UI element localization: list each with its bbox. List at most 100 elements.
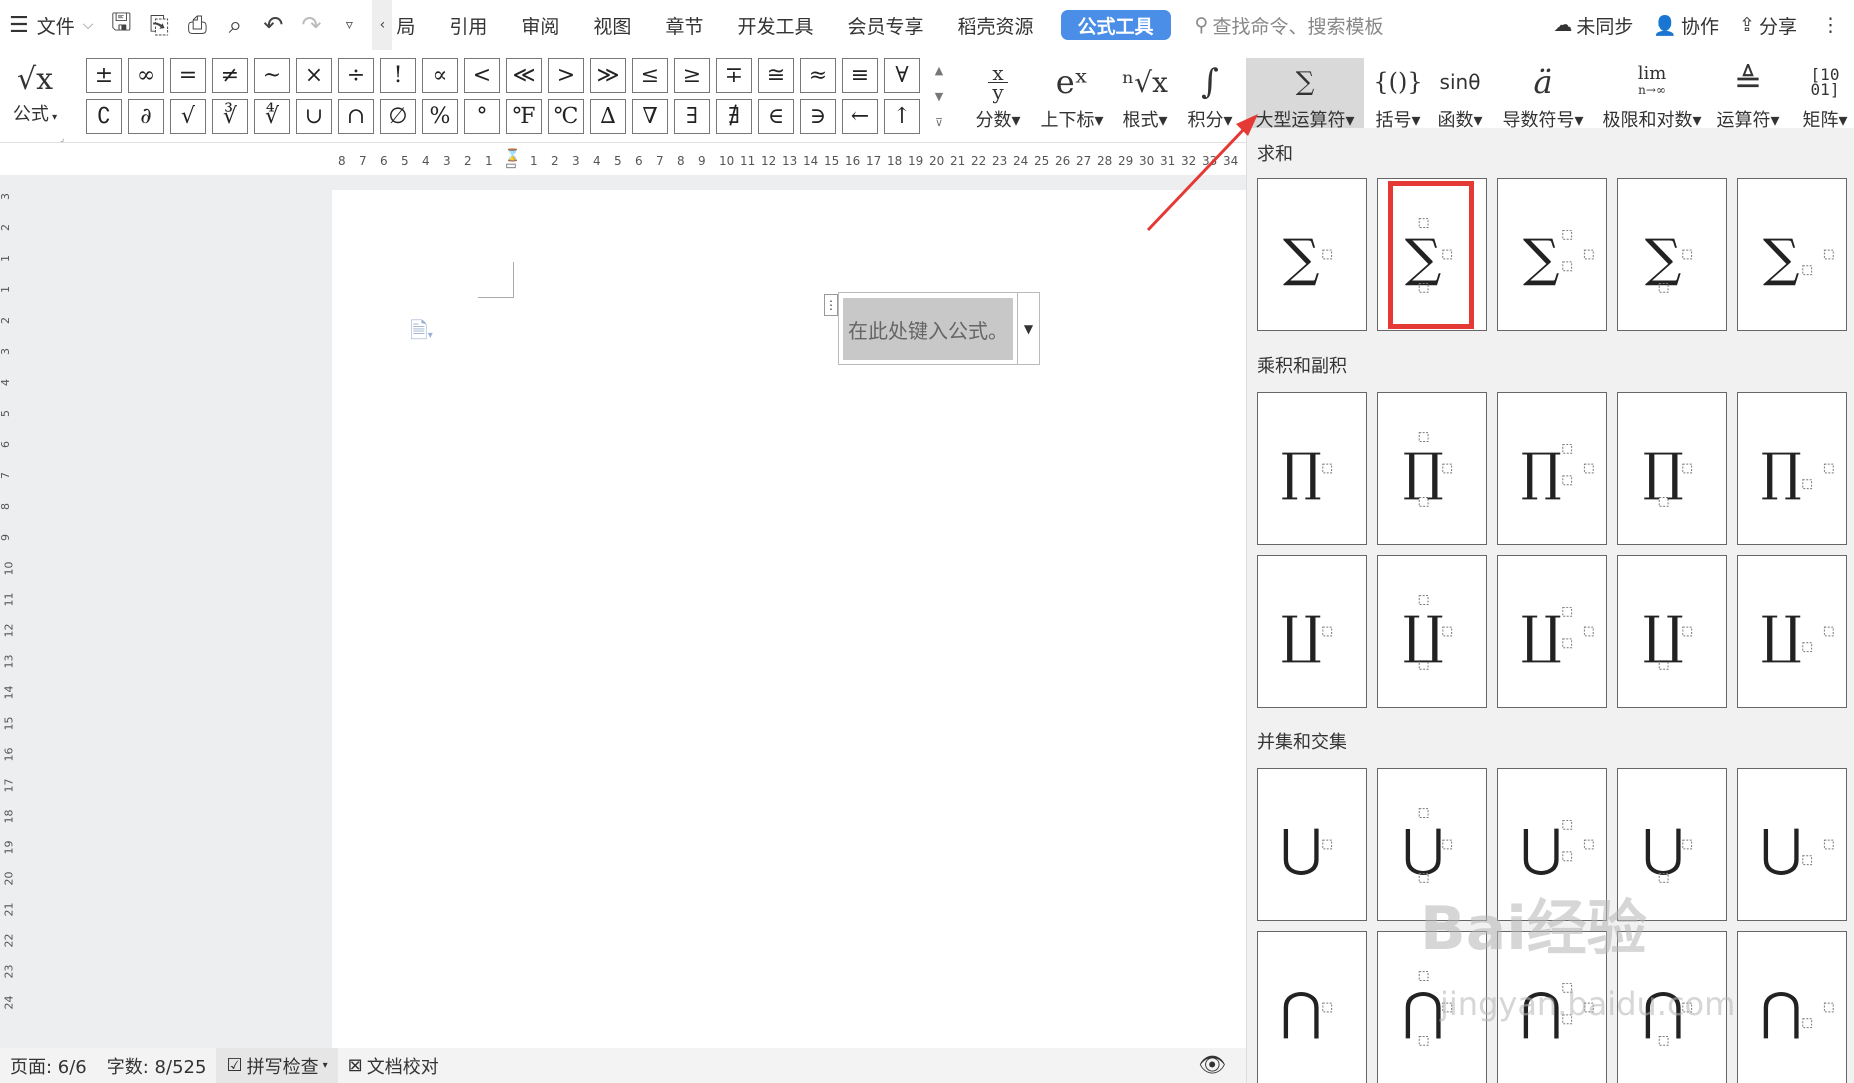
tab-layout[interactable]: 局 <box>392 0 432 50</box>
intersection-template-button[interactable]: ⋂ <box>1257 931 1367 1083</box>
scroll-down-icon[interactable]: ▼ <box>930 84 948 110</box>
symbol-button[interactable]: ≅ <box>758 58 794 93</box>
symbol-button[interactable]: ~ <box>254 58 290 93</box>
coproduct-template-button[interactable]: ∐ <box>1617 555 1727 708</box>
union-template-button[interactable]: ⋃ <box>1737 768 1847 921</box>
sum-template-button[interactable]: ∑ <box>1617 178 1727 331</box>
bracket-button[interactable]: {()} 括号▾ <box>1370 58 1426 138</box>
symbol-button[interactable]: ∈ <box>758 99 794 134</box>
product-template-button[interactable]: ∏ <box>1617 392 1727 545</box>
matrix-button[interactable]: [10 01] 矩阵▾ <box>1796 58 1854 138</box>
print-preview-icon[interactable]: ⌕ <box>216 0 254 50</box>
tab-scroll-left-icon[interactable]: ‹ <box>372 0 393 50</box>
operator-button[interactable]: ≜ 运算符▾ <box>1712 58 1784 138</box>
symbol-button[interactable]: ← <box>842 99 878 134</box>
more-options-icon[interactable]: ⋮ <box>1807 0 1854 50</box>
script-button[interactable]: eˣ 上下标▾ <box>1036 58 1108 138</box>
collaborate-button[interactable]: 👤 协作 <box>1643 0 1729 50</box>
symbol-button[interactable]: ∀ <box>884 58 920 93</box>
save-icon[interactable]: 🖫 <box>102 0 140 50</box>
symbol-button[interactable]: ± <box>86 58 122 93</box>
equation-drag-handle[interactable]: ⋮ <box>824 294 838 316</box>
union-template-button[interactable]: ⋃ <box>1257 768 1367 921</box>
symbol-gallery-scroll[interactable]: ▲ ▼ ⊽ <box>930 58 948 138</box>
symbol-button[interactable]: > <box>548 58 584 93</box>
tab-formula-tools[interactable]: 公式工具 <box>1060 10 1171 40</box>
equation-options-icon[interactable]: ▼ <box>1017 293 1039 364</box>
tab-docer[interactable]: 稻壳资源 <box>940 0 1050 50</box>
eye-protection-icon[interactable]: 👁 <box>1188 1053 1236 1078</box>
symbol-button[interactable]: ≈ <box>800 58 836 93</box>
symbol-button[interactable]: ≪ <box>506 58 542 93</box>
large-operator-button[interactable]: ∑ 大型运算符▾ <box>1246 58 1364 138</box>
product-template-button[interactable]: ∏ <box>1257 392 1367 545</box>
indent-marker-icon[interactable]: ⌛ ▭ <box>505 149 520 180</box>
symbol-button[interactable]: ∞ <box>128 58 164 93</box>
symbol-button[interactable]: ≠ <box>212 58 248 93</box>
spell-check-button[interactable]: ☑ 拼写检查 ▾ <box>216 1048 338 1083</box>
tab-view[interactable]: 视图 <box>576 0 648 50</box>
command-search[interactable]: ⚲ 查找命令、搜索模板 <box>1195 12 1384 39</box>
symbol-button[interactable]: ∪ <box>296 99 332 134</box>
radical-button[interactable]: ⁿ√x 根式▾ <box>1116 58 1174 138</box>
coproduct-template-button[interactable]: ∐ <box>1377 555 1487 708</box>
sync-button[interactable]: ☁ 未同步 <box>1543 0 1643 50</box>
symbol-button[interactable]: ≤ <box>632 58 668 93</box>
sum-template-button[interactable]: ∑ <box>1737 178 1847 331</box>
symbol-button[interactable]: ℃ <box>548 99 584 134</box>
coproduct-template-button[interactable]: ∐ <box>1737 555 1847 708</box>
page-indicator[interactable]: 页面: 6/6 <box>0 1053 97 1079</box>
proofread-button[interactable]: ⊠ 文档校对 <box>338 1053 449 1079</box>
limit-log-button[interactable]: lim n→∞ 极限和对数▾ <box>1598 58 1706 138</box>
insert-formula-button[interactable]: √x 公式 ▾ <box>6 60 64 132</box>
vertical-ruler[interactable]: 3 2 1 1 2 3 4 5 6 7 8 9 10 11 12 13 14 15 16 17 18 19 20 21 22 23… <box>0 190 16 1050</box>
symbol-button[interactable]: ∛ <box>212 99 248 134</box>
symbol-button[interactable]: ∋ <box>800 99 836 134</box>
symbol-button[interactable]: ∝ <box>422 58 458 93</box>
integral-button[interactable]: ∫ 积分▾ <box>1180 58 1240 138</box>
customize-toolbar-icon[interactable]: ▿ <box>330 0 368 50</box>
equation-box[interactable]: 在此处键入公式。 ▼ <box>838 292 1040 365</box>
file-menu-button[interactable]: ☰ 文件 ⌵ <box>0 0 102 50</box>
tab-references[interactable]: 引用 <box>432 0 504 50</box>
tab-sections[interactable]: 章节 <box>648 0 720 50</box>
horizontal-ruler[interactable]: 8 7 6 5 4 3 2 1 1 2 3 4 5 6 7 8 9 10 11 12 13 14 15 16 17 18 19 20 2… <box>330 150 1245 174</box>
symbol-button[interactable]: ∄ <box>716 99 752 134</box>
word-count[interactable]: 字数: 8/525 <box>97 1053 217 1079</box>
scroll-up-icon[interactable]: ▲ <box>930 58 948 84</box>
symbol-button[interactable]: ↑ <box>884 99 920 134</box>
symbol-button[interactable]: ≡ <box>842 58 878 93</box>
function-button[interactable]: sinθ 函数▾ <box>1432 58 1488 138</box>
symbol-button[interactable]: ∂ <box>128 99 164 134</box>
product-template-button[interactable]: ∏ <box>1497 392 1607 545</box>
fraction-button[interactable]: xy 分数▾ <box>966 58 1030 138</box>
coproduct-template-button[interactable]: ∐ <box>1497 555 1607 708</box>
symbol-button[interactable]: ∇ <box>632 99 668 134</box>
symbol-button[interactable]: ≫ <box>590 58 626 93</box>
symbol-button[interactable]: ° <box>464 99 500 134</box>
tab-review[interactable]: 审阅 <box>504 0 576 50</box>
symbol-button[interactable]: ∁ <box>86 99 122 134</box>
sum-template-button[interactable]: ∑ <box>1257 178 1367 331</box>
expand-gallery-icon[interactable]: ⊽ <box>930 110 948 136</box>
print-icon[interactable]: ⎙ <box>178 0 216 50</box>
symbol-button[interactable]: < <box>464 58 500 93</box>
coproduct-template-button[interactable]: ∐ <box>1257 555 1367 708</box>
symbol-button[interactable]: × <box>296 58 332 93</box>
document-options-icon[interactable]: 🗎▾ <box>410 314 433 352</box>
symbol-button[interactable]: ∓ <box>716 58 752 93</box>
sum-template-button[interactable]: ∑ <box>1497 178 1607 331</box>
symbol-button[interactable]: ℉ <box>506 99 542 134</box>
symbol-button[interactable]: ∩ <box>338 99 374 134</box>
symbol-button[interactable]: % <box>422 99 458 134</box>
symbol-button[interactable]: ∜ <box>254 99 290 134</box>
intersection-template-button[interactable]: ⋂ <box>1737 931 1847 1083</box>
symbol-button[interactable]: √ <box>170 99 206 134</box>
symbol-button[interactable]: ∅ <box>380 99 416 134</box>
symbol-button[interactable]: = <box>170 58 206 93</box>
symbol-button[interactable]: ! <box>380 58 416 93</box>
export-pdf-icon[interactable]: ⎘ <box>140 0 178 50</box>
symbol-button[interactable]: ∃ <box>674 99 710 134</box>
tab-developer[interactable]: 开发工具 <box>720 0 830 50</box>
equation-placeholder[interactable]: 在此处键入公式。 <box>843 298 1013 360</box>
